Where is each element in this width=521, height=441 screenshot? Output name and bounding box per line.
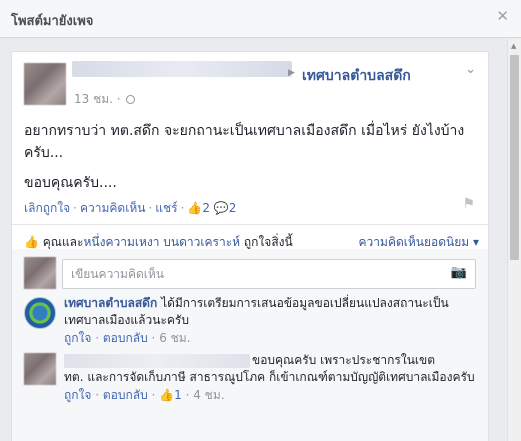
comment-body: เทศบาลตำบลสดึก ได้มีการเตรียมการเสนอข้อม… [64,295,478,329]
likes-suffix: ถูกใจสิ่งนี้ [243,235,293,249]
thumbs-up-icon: 👍 [159,388,175,402]
caret-down-icon: ▾ [469,235,479,249]
camera-icon[interactable]: 📷 [451,265,467,280]
thumbs-up-icon: 👍 [24,235,39,249]
unlike-link[interactable]: เลิกถูกใจ [24,201,70,215]
comment-like-link[interactable]: ถูกใจ [64,331,91,345]
post-card: ▶ เทศบาลตำบลสดึก ⌄ 13 ชม. · อยากทราบว่า … [11,51,489,441]
page-logo-avatar[interactable] [24,297,56,329]
globe-icon[interactable] [126,95,136,104]
liker-name-link[interactable]: หนึ่งความเหงา บนดาวเคราะห์ [83,235,240,249]
comment-timestamp[interactable]: 6 ชม. [159,331,190,345]
dialog-header: โพสต์มายังเพจ ✕ [0,0,521,38]
comment-like-count[interactable]: 1 [174,388,182,402]
comment-composer[interactable]: 📷 [62,259,476,289]
flag-icon[interactable]: ⚑ [462,196,475,212]
post-timestamp[interactable]: 13 ชม. [74,92,113,106]
sort-label: ความคิดเห็นยอดนิยม [358,235,470,249]
share-link[interactable]: แชร์ [155,201,177,215]
comment-reply-link[interactable]: ตอบกลับ [103,331,148,345]
comment-item: ขอบคุณครับ เพราะประชากรในเขต ทต. และการจ… [64,352,478,404]
comment-link[interactable]: ความคิดเห็น [80,201,145,215]
like-count[interactable]: 2 [202,201,210,215]
comment-text: ทต. และการจัดเก็บภาษี สาธารณูปโภค ก็เข้า… [64,370,475,384]
scrollbar[interactable]: ▲ [507,39,521,441]
post-body: อยากทราบว่า ทต.สดึก จะยกถานะเป็นเทศบาลเม… [24,120,474,202]
post-meta: 13 ชม. · [74,90,136,109]
comment-count[interactable]: 2 [229,201,237,215]
commenter-avatar-redacted[interactable] [24,353,56,385]
author-name-redacted[interactable] [72,61,292,77]
thumbs-up-icon[interactable]: 👍 [187,201,202,215]
comment-actions: ถูกใจ · ตอบกลับ · 6 ชม. [64,331,191,345]
comment-timestamp[interactable]: 4 ชม. [193,388,224,402]
comment-actions: ถูกใจ · ตอบกลับ · 👍1 · 4 ชม. [64,388,225,402]
close-icon[interactable]: ✕ [496,9,509,24]
comment-text: ขอบคุณครับ เพราะประชากรในเขต [252,353,435,367]
comment-like-link[interactable]: ถูกใจ [64,388,91,402]
commenter-name-link[interactable]: เทศบาลตำบลสดึก [64,296,157,310]
author-avatar[interactable] [24,63,66,105]
post-text-paragraph: อยากทราบว่า ทต.สดึก จะยกถานะเป็นเทศบาลเม… [24,123,465,161]
current-user-avatar[interactable] [24,257,56,289]
dialog-title: โพสต์มายังเพจ [11,14,94,29]
comment-input[interactable] [71,261,441,287]
divider [12,224,488,225]
scrollbar-thumb[interactable] [510,55,519,260]
arrow-right-icon: ▶ [288,68,295,78]
chevron-down-icon[interactable]: ⌄ [465,62,476,77]
likes-you-and: คุณและ [42,235,84,249]
post-text-paragraph: ขอบคุณครับ.... [24,175,117,191]
post-actions: เลิกถูกใจ · ความคิดเห็น · แชร์ · 👍2 💬2 ⚑ [24,196,475,215]
post-to-page-dialog: โพสต์มายังเพจ ✕ ▲ ▶ เทศบาลตำบลสดึก ⌄ 13 … [0,0,521,441]
comment-item: เทศบาลตำบลสดึก ได้มีการเตรียมการเสนอข้อม… [64,295,478,347]
comment-reply-link[interactable]: ตอบกลับ [103,388,148,402]
comment-bubble-icon[interactable]: 💬 [214,201,229,215]
target-page-link[interactable]: เทศบาลตำบลสดึก [302,65,411,87]
scroll-up-icon[interactable]: ▲ [511,42,516,50]
